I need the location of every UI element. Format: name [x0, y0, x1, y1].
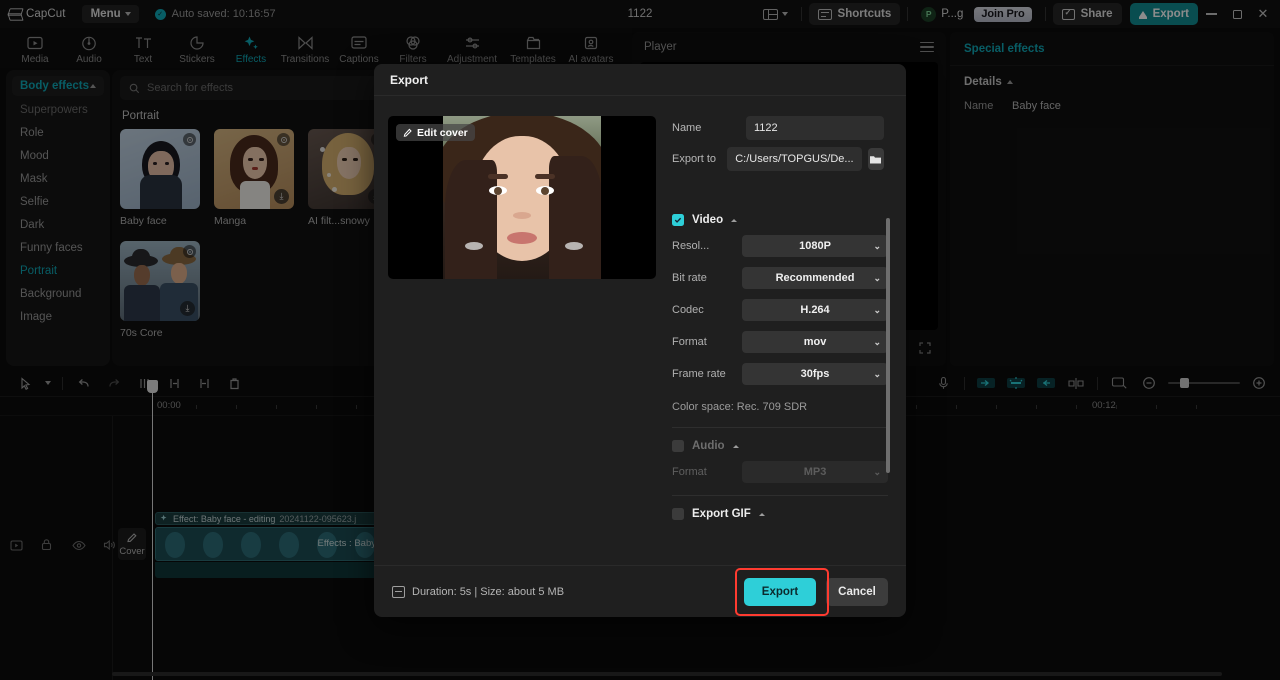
chevron-up-icon[interactable]: [732, 444, 739, 448]
export-confirm-button[interactable]: Export: [744, 577, 816, 606]
pencil-icon: [403, 128, 412, 137]
edit-cover-label: Edit cover: [417, 126, 468, 139]
setting-row-framerate: Frame rate 30fps ⌄: [672, 363, 888, 385]
dialog-title: Export: [390, 72, 429, 87]
video-section-header[interactable]: Video: [672, 214, 888, 226]
chevron-down-icon: ⌄: [873, 272, 881, 283]
audio-label: Audio: [692, 440, 725, 452]
chevron-down-icon: ⌄: [873, 466, 881, 477]
resolution-select[interactable]: 1080P ⌄: [742, 235, 888, 257]
name-input[interactable]: 1122: [746, 116, 884, 140]
export-to-input[interactable]: C:/Users/TOPGUS/De...: [727, 147, 862, 171]
cover-preview: Edit cover: [388, 116, 656, 279]
divider: [672, 427, 888, 428]
framerate-select[interactable]: 30fps ⌄: [742, 363, 888, 385]
setting-row-resolution: Resol... 1080P ⌄: [672, 235, 888, 257]
framerate-label: Frame rate: [672, 368, 726, 380]
capcut-window: CapCut Menu ✓ Auto saved: 10:16:57 1122 …: [0, 0, 1280, 680]
folder-icon: [870, 155, 882, 163]
setting-row-format: Format mov ⌄: [672, 331, 888, 353]
name-label: Name: [672, 122, 702, 134]
dialog-fields: Name 1122 Export to C:/Users/TOPGUS/De..…: [672, 116, 884, 178]
chevron-down-icon: ⌄: [873, 304, 881, 315]
format-select[interactable]: mov ⌄: [742, 331, 888, 353]
setting-row-bitrate: Bit rate Recommended ⌄: [672, 267, 888, 289]
chevron-down-icon: ⌄: [873, 240, 881, 251]
export-gif-checkbox[interactable]: [672, 508, 684, 520]
dialog-header: Export: [374, 64, 906, 96]
bitrate-value: Recommended: [775, 272, 855, 284]
audio-checkbox[interactable]: [672, 440, 684, 452]
color-space-text: Color space: Rec. 709 SDR: [672, 401, 808, 413]
bitrate-label: Bit rate: [672, 272, 707, 284]
framerate-value: 30fps: [800, 368, 830, 380]
resolution-label: Resol...: [672, 240, 710, 252]
export-dialog: Export Edit cover Name 1122 Export to C:…: [374, 64, 906, 617]
audio-format-label: Format: [672, 466, 707, 478]
chevron-up-icon[interactable]: [731, 218, 738, 222]
video-checkbox[interactable]: [672, 214, 684, 226]
export-gif-label: Export GIF: [692, 508, 751, 520]
audio-section-header[interactable]: Audio: [672, 440, 888, 452]
format-label: Format: [672, 336, 707, 348]
chevron-down-icon: ⌄: [873, 368, 881, 379]
browse-folder-button[interactable]: [867, 148, 884, 170]
format-value: mov: [803, 336, 827, 348]
chevron-down-icon: ⌄: [873, 336, 881, 347]
bitrate-select[interactable]: Recommended ⌄: [742, 267, 888, 289]
dialog-body: Edit cover Name 1122 Export to C:/Users/…: [374, 96, 906, 565]
dialog-footer: Duration: 5s | Size: about 5 MB Export C…: [374, 565, 906, 617]
field-row-name: Name 1122: [672, 116, 884, 140]
field-row-export-to: Export to C:/Users/TOPGUS/De...: [672, 147, 884, 171]
resolution-value: 1080P: [799, 240, 831, 252]
setting-row-codec: Codec H.264 ⌄: [672, 299, 888, 321]
audio-format-select: MP3 ⌄: [742, 461, 888, 483]
setting-row-audio-format: Format MP3 ⌄: [672, 461, 888, 483]
export-gif-section-header[interactable]: Export GIF: [672, 508, 888, 520]
duration-info: Duration: 5s | Size: about 5 MB: [392, 585, 565, 598]
edit-cover-button[interactable]: Edit cover: [396, 124, 475, 141]
codec-label: Codec: [672, 304, 704, 316]
audio-format-value: MP3: [803, 466, 827, 478]
divider: [672, 495, 888, 496]
codec-select[interactable]: H.264 ⌄: [742, 299, 888, 321]
video-label: Video: [692, 214, 724, 226]
codec-value: H.264: [800, 304, 830, 316]
cancel-button[interactable]: Cancel: [826, 577, 888, 606]
chevron-up-icon[interactable]: [758, 512, 765, 516]
dialog-action-buttons: Export Cancel: [735, 567, 888, 616]
film-icon: [392, 585, 405, 598]
duration-text: Duration: 5s | Size: about 5 MB: [412, 585, 565, 598]
export-to-label: Export to: [672, 153, 717, 165]
dialog-scrollbar[interactable]: [886, 218, 890, 473]
dialog-settings: Video Resol... 1080P ⌄ Bit rate Recommen…: [672, 214, 888, 529]
